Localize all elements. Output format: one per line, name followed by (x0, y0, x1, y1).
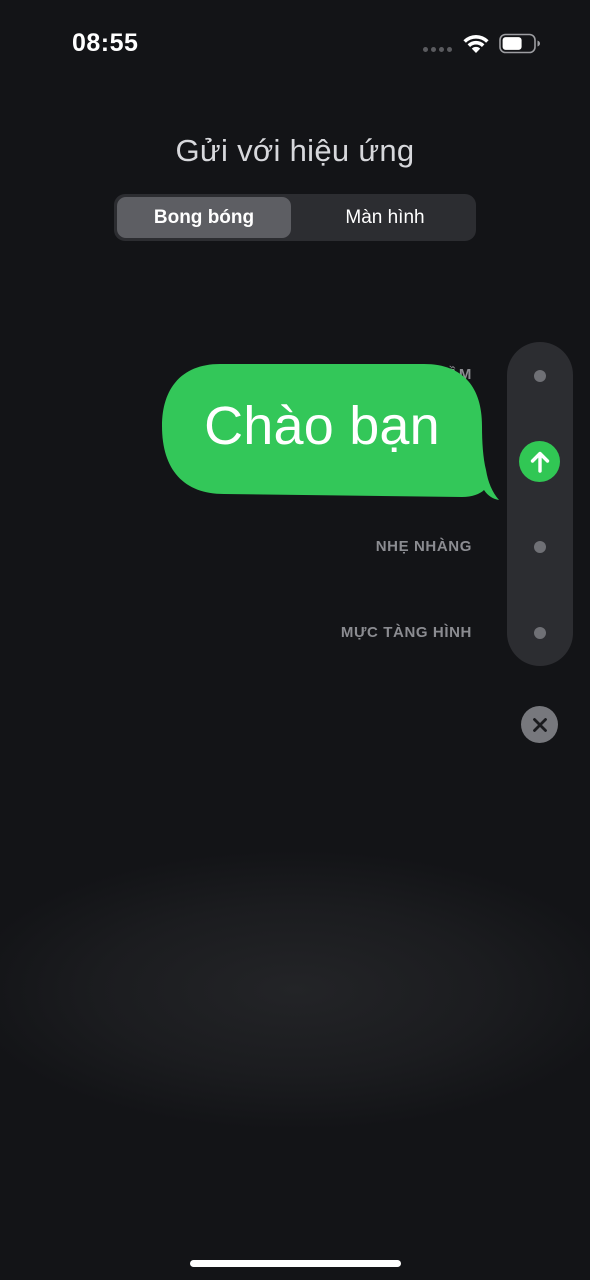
arrow-up-icon (530, 451, 549, 473)
battery-icon (499, 33, 540, 54)
close-button[interactable] (521, 706, 558, 743)
home-indicator[interactable] (190, 1260, 401, 1267)
page-title: Gửi với hiệu ứng (175, 133, 415, 168)
tab-bubble[interactable]: Bong bóng (117, 197, 291, 238)
close-icon (532, 717, 547, 732)
wifi-icon (463, 34, 489, 53)
signal-dots-icon (423, 47, 452, 52)
effect-option-slam-dot[interactable] (534, 370, 546, 382)
send-button[interactable] (519, 441, 560, 482)
effect-option-invisible-ink-dot[interactable] (534, 627, 546, 639)
effect-type-segmented-control: Bong bóng Màn hình (114, 194, 476, 241)
effect-option-gentle-dot[interactable] (534, 541, 546, 553)
effect-picker-track (507, 342, 573, 666)
message-text: Chào bạn (204, 396, 440, 456)
tab-screen[interactable]: Màn hình (298, 197, 472, 238)
effect-label-gentle[interactable]: NHẸ NHÀNG (376, 538, 472, 555)
status-time: 08:55 (72, 29, 139, 57)
effect-label-invisible-ink[interactable]: MỰC TÀNG HÌNH (341, 624, 472, 641)
